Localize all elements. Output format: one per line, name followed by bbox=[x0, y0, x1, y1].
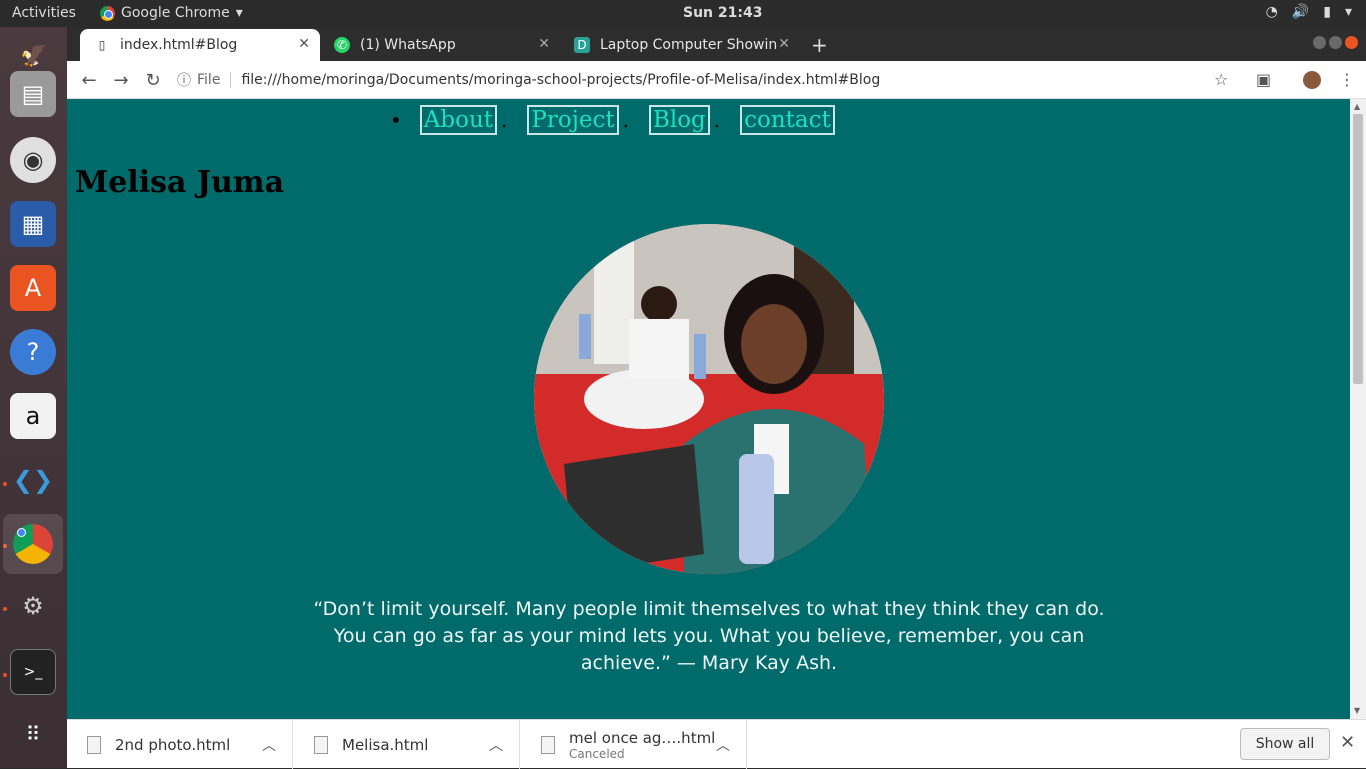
profile-photo-drawing bbox=[534, 224, 884, 574]
chevron-up-icon[interactable]: ︿ bbox=[262, 735, 276, 755]
software-center-icon[interactable]: A bbox=[10, 265, 56, 311]
page-viewport: • About. Project. Blog. contact Melisa J… bbox=[67, 99, 1350, 719]
scrollbar-thumb[interactable] bbox=[1353, 114, 1363, 384]
page-scrollbar[interactable]: ▲ ▼ bbox=[1350, 99, 1366, 719]
system-top-bar: Activities Google Chrome ▾ Sun 21:43 ◔ 🔊… bbox=[0, 0, 1366, 27]
running-indicator bbox=[3, 482, 7, 486]
nav-link-about[interactable]: About bbox=[419, 105, 498, 135]
scroll-up-icon[interactable]: ▲ bbox=[1354, 102, 1360, 111]
settings-icon[interactable]: ⚙ bbox=[10, 583, 56, 629]
download-status: Canceled bbox=[569, 746, 625, 761]
nav-link-contact[interactable]: contact bbox=[740, 105, 835, 135]
info-icon[interactable]: ⓘ bbox=[177, 70, 191, 90]
window-controls bbox=[1313, 36, 1358, 49]
tab-label: index.html#Blog bbox=[120, 37, 238, 53]
nav-link-project[interactable]: Project bbox=[527, 105, 619, 135]
close-window-button[interactable] bbox=[1345, 36, 1358, 49]
tab-label: (1) WhatsApp bbox=[360, 37, 456, 53]
close-icon[interactable]: ✕ bbox=[298, 36, 310, 52]
forward-button[interactable]: → bbox=[109, 68, 133, 92]
chrome-icon bbox=[100, 5, 115, 21]
list-bullet: • bbox=[390, 108, 402, 132]
reload-button[interactable]: ↻ bbox=[141, 68, 165, 92]
new-tab-button[interactable]: + bbox=[811, 33, 828, 57]
terminal-icon[interactable]: >_ bbox=[10, 649, 56, 695]
amazon-icon[interactable]: a bbox=[10, 393, 56, 439]
close-icon[interactable]: ✕ bbox=[538, 36, 550, 52]
file-icon bbox=[541, 735, 555, 754]
scheme-label: File bbox=[197, 72, 232, 88]
whatsapp-icon: ✆ bbox=[334, 37, 350, 53]
show-apps-icon[interactable]: ⠿ bbox=[10, 711, 56, 757]
system-tray[interactable]: ◔ 🔊 ▮ ▾ bbox=[1266, 4, 1352, 20]
profile-photo bbox=[534, 224, 884, 574]
tab-index[interactable]: ▯ index.html#Blog ✕ bbox=[80, 29, 320, 61]
bookmark-star-icon[interactable]: ☆ bbox=[1214, 70, 1228, 89]
menu-icon[interactable]: ⋮ bbox=[1339, 70, 1355, 89]
minimize-button[interactable] bbox=[1313, 36, 1326, 49]
download-item[interactable]: Melisa.html ︿ bbox=[294, 720, 520, 769]
running-indicator bbox=[3, 673, 7, 677]
app-name: Google Chrome bbox=[121, 5, 230, 21]
running-indicator bbox=[3, 607, 7, 611]
chevron-down-icon: ▾ bbox=[235, 5, 243, 21]
clock[interactable]: Sun 21:43 bbox=[683, 5, 762, 21]
writer-icon[interactable]: ▦ bbox=[10, 201, 56, 247]
app-menu[interactable]: Google Chrome ▾ bbox=[100, 5, 243, 21]
file-icon bbox=[314, 735, 328, 754]
close-icon[interactable]: ✕ bbox=[1340, 732, 1355, 753]
quote-text: “Don’t limit yourself. Many people limit… bbox=[313, 598, 1105, 674]
activities-button[interactable]: Activities bbox=[12, 5, 76, 21]
chrome-dock-icon[interactable] bbox=[3, 514, 63, 574]
page-title: Melisa Juma bbox=[75, 165, 285, 200]
help-icon[interactable]: ? bbox=[10, 329, 56, 375]
page-icon: ▯ bbox=[98, 38, 106, 52]
scroll-down-icon[interactable]: ▼ bbox=[1354, 706, 1360, 715]
files-icon[interactable]: ▤ bbox=[10, 71, 56, 117]
launcher-dock: 🦅 ▤ ◉ ▦ A ? a ❮❯ ⚙ >_ ⠿ bbox=[0, 27, 67, 768]
chevron-up-icon[interactable]: ︿ bbox=[489, 735, 503, 755]
chevron-down-icon: ▾ bbox=[1344, 4, 1352, 20]
wifi-icon: ◔ bbox=[1265, 4, 1278, 20]
downloads-bar: 2nd photo.html ︿ Melisa.html ︿ mel once … bbox=[67, 719, 1366, 769]
url-text[interactable]: file:///home/moringa/Documents/moringa-s… bbox=[241, 72, 880, 88]
site-icon: D bbox=[574, 37, 590, 53]
download-name: 2nd photo.html bbox=[115, 735, 231, 754]
back-button[interactable]: ← bbox=[77, 68, 101, 92]
download-name: mel once ag….html bbox=[569, 728, 716, 747]
close-icon[interactable]: ✕ bbox=[778, 36, 790, 52]
extension-icon[interactable]: ▣ bbox=[1256, 70, 1271, 89]
download-item[interactable]: 2nd photo.html ︿ bbox=[67, 720, 293, 769]
tab-label: Laptop Computer Showin bbox=[600, 37, 778, 53]
vscode-icon[interactable]: ❮❯ bbox=[10, 457, 56, 503]
tab-strip: ▯ index.html#Blog ✕ ✆ (1) WhatsApp ✕ D L… bbox=[67, 27, 1366, 61]
tab-whatsapp[interactable]: ✆ (1) WhatsApp ✕ bbox=[320, 29, 560, 61]
show-all-button[interactable]: Show all bbox=[1240, 728, 1330, 760]
chevron-up-icon[interactable]: ︿ bbox=[716, 735, 730, 755]
volume-icon: 🔊 bbox=[1291, 4, 1310, 20]
file-icon bbox=[87, 735, 101, 754]
tab-laptop[interactable]: D Laptop Computer Showin ✕ bbox=[560, 29, 800, 61]
site-nav: • About. Project. Blog. contact bbox=[390, 105, 839, 135]
profile-avatar[interactable] bbox=[1303, 71, 1321, 89]
nav-link-blog[interactable]: Blog bbox=[648, 105, 710, 135]
battery-icon: ▮ bbox=[1323, 4, 1331, 20]
maximize-button[interactable] bbox=[1329, 36, 1342, 49]
browser-toolbar: ← → ↻ ⓘ File file:///home/moringa/Docume… bbox=[67, 61, 1366, 99]
download-item[interactable]: mel once ag….html Canceled ︿ bbox=[521, 720, 747, 769]
download-name: Melisa.html bbox=[342, 735, 429, 754]
rhythmbox-icon[interactable]: ◉ bbox=[10, 137, 56, 183]
address-bar[interactable]: ⓘ File file:///home/moringa/Documents/mo… bbox=[177, 65, 1257, 95]
